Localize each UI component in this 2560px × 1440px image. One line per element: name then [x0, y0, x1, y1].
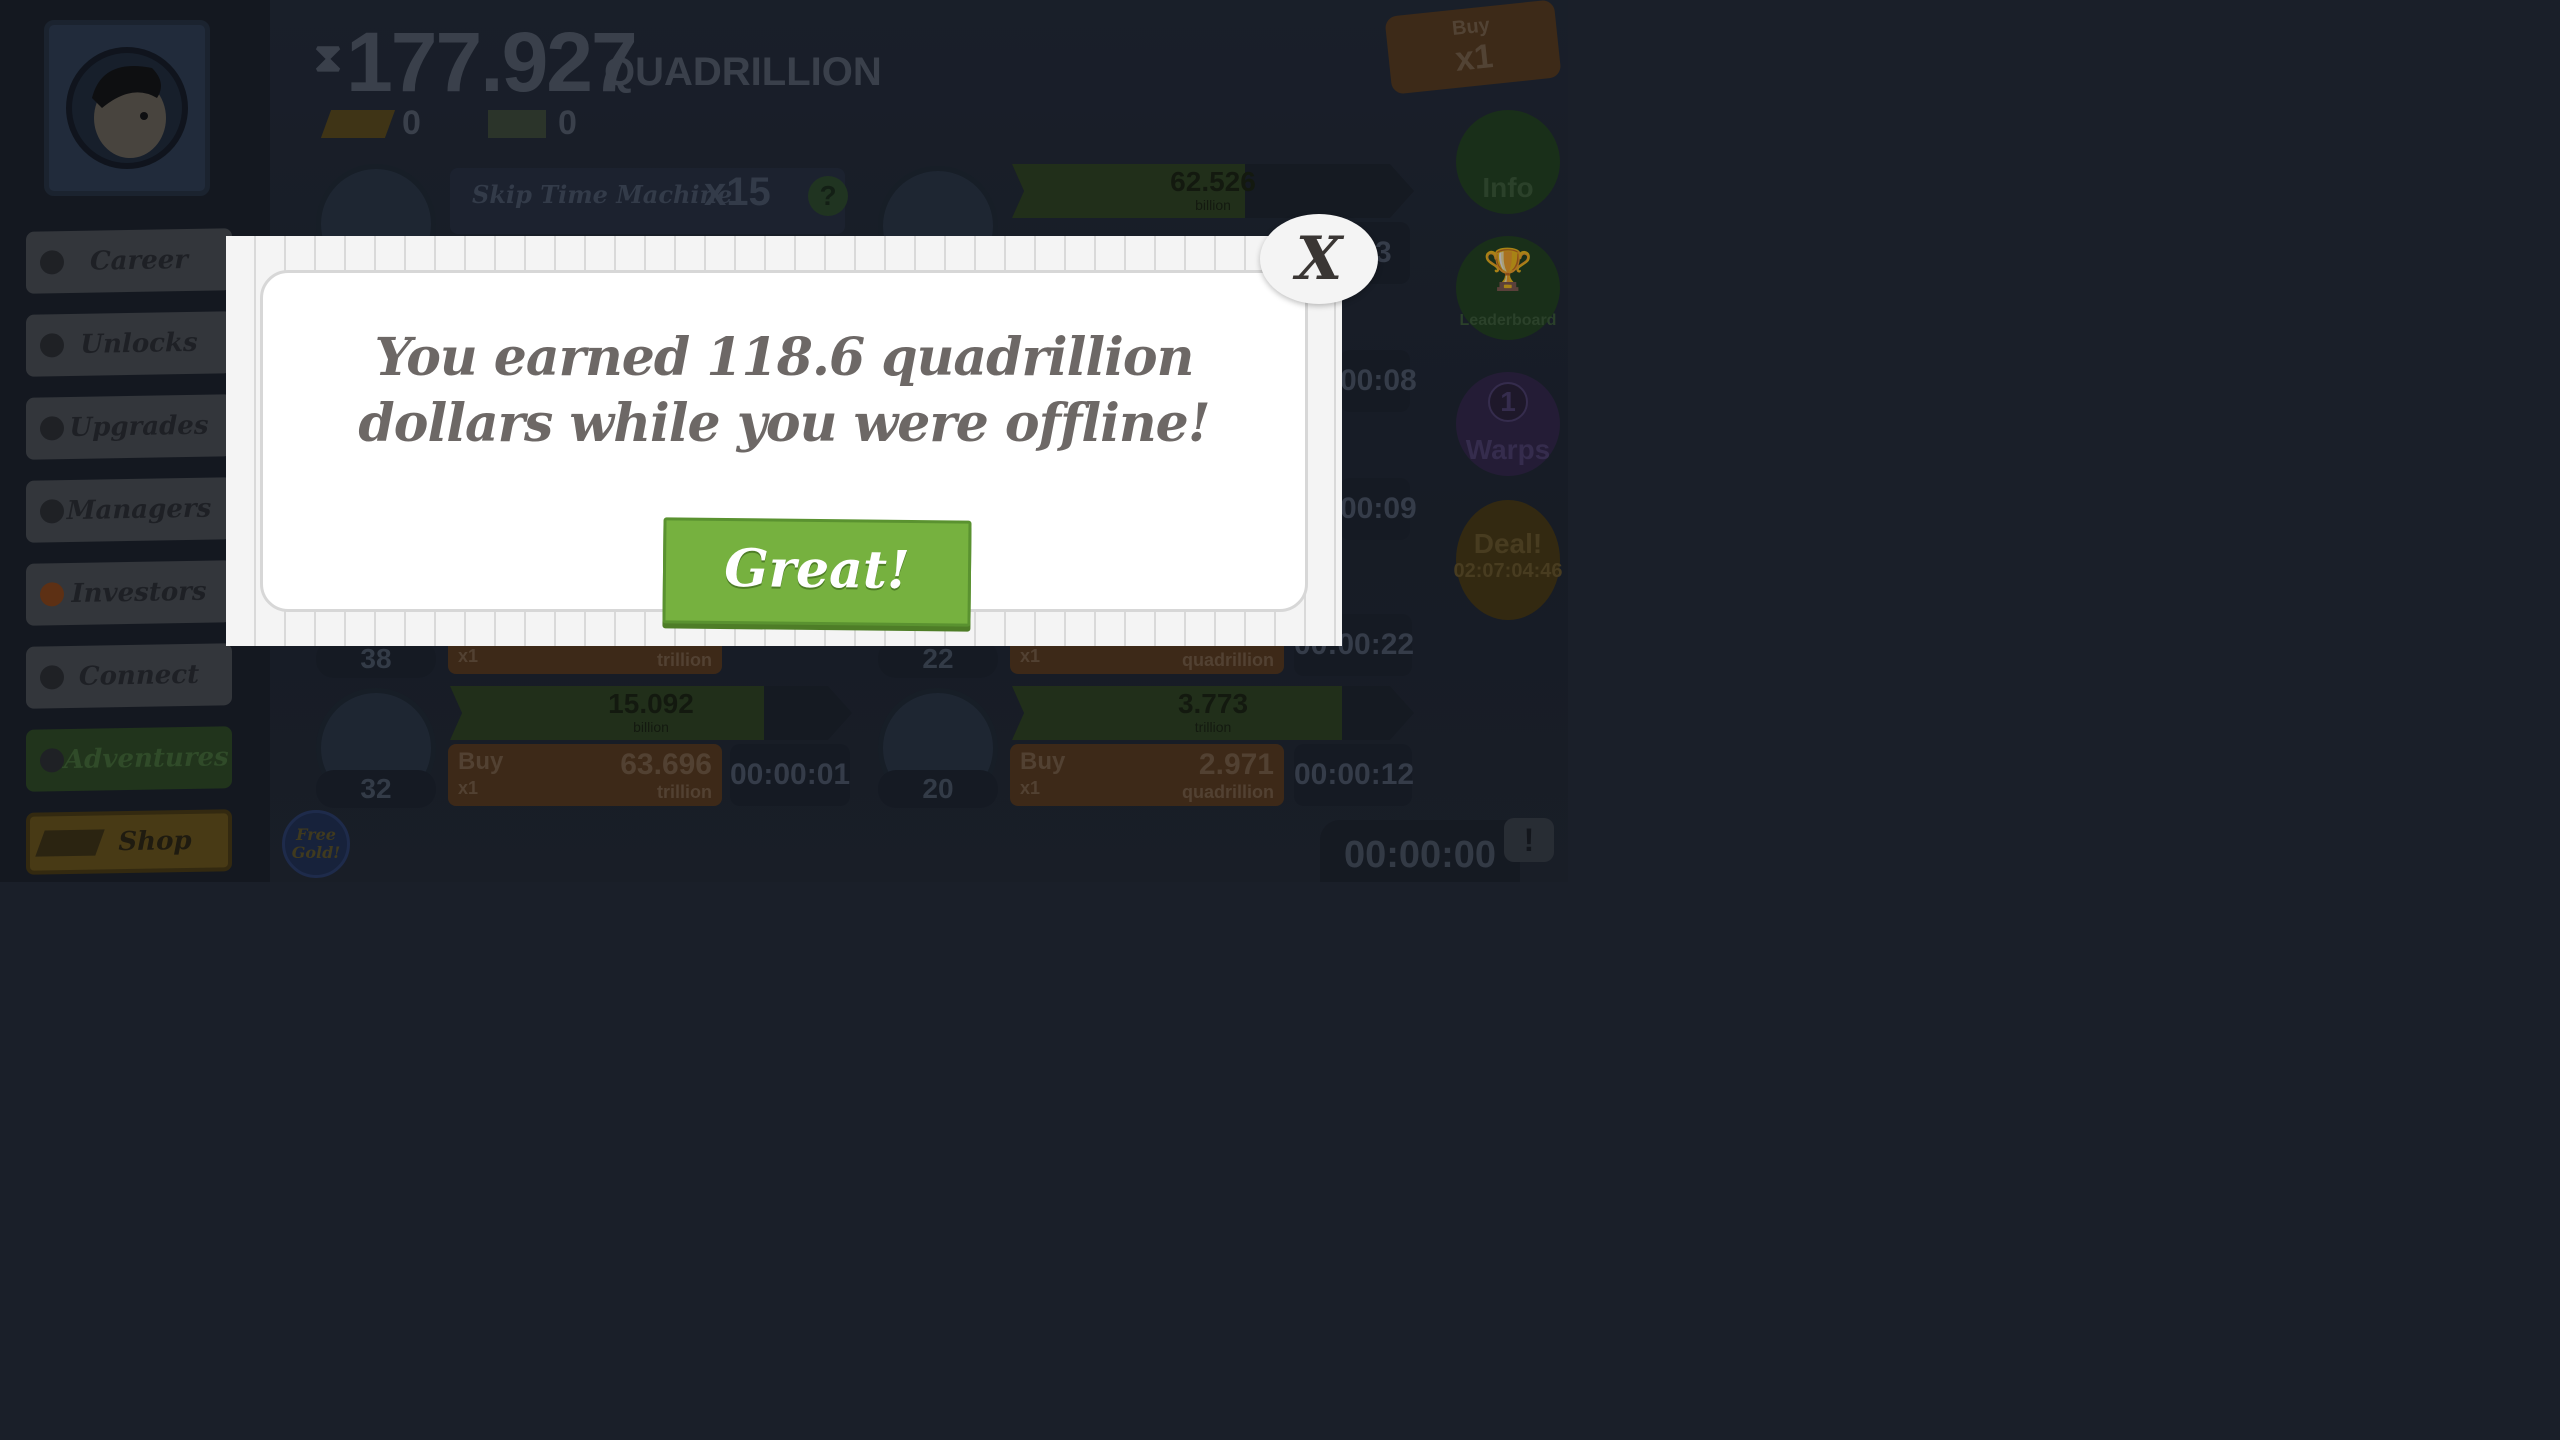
close-icon: X [1295, 224, 1343, 294]
great-button[interactable]: Great! [662, 517, 972, 627]
offline-earnings-message: You earned 118.6 quadrillion dollars whi… [358, 327, 1210, 454]
game-screen: ⧗177.927 QUADRILLION 0 0 Buy x1 Skip Tim… [0, 0, 1568, 882]
dialog-card: You earned 118.6 quadrillion dollars whi… [260, 270, 1308, 627]
offline-earnings-dialog: You earned 118.6 quadrillion dollars whi… [226, 236, 1342, 646]
close-button[interactable]: X [1260, 214, 1378, 304]
